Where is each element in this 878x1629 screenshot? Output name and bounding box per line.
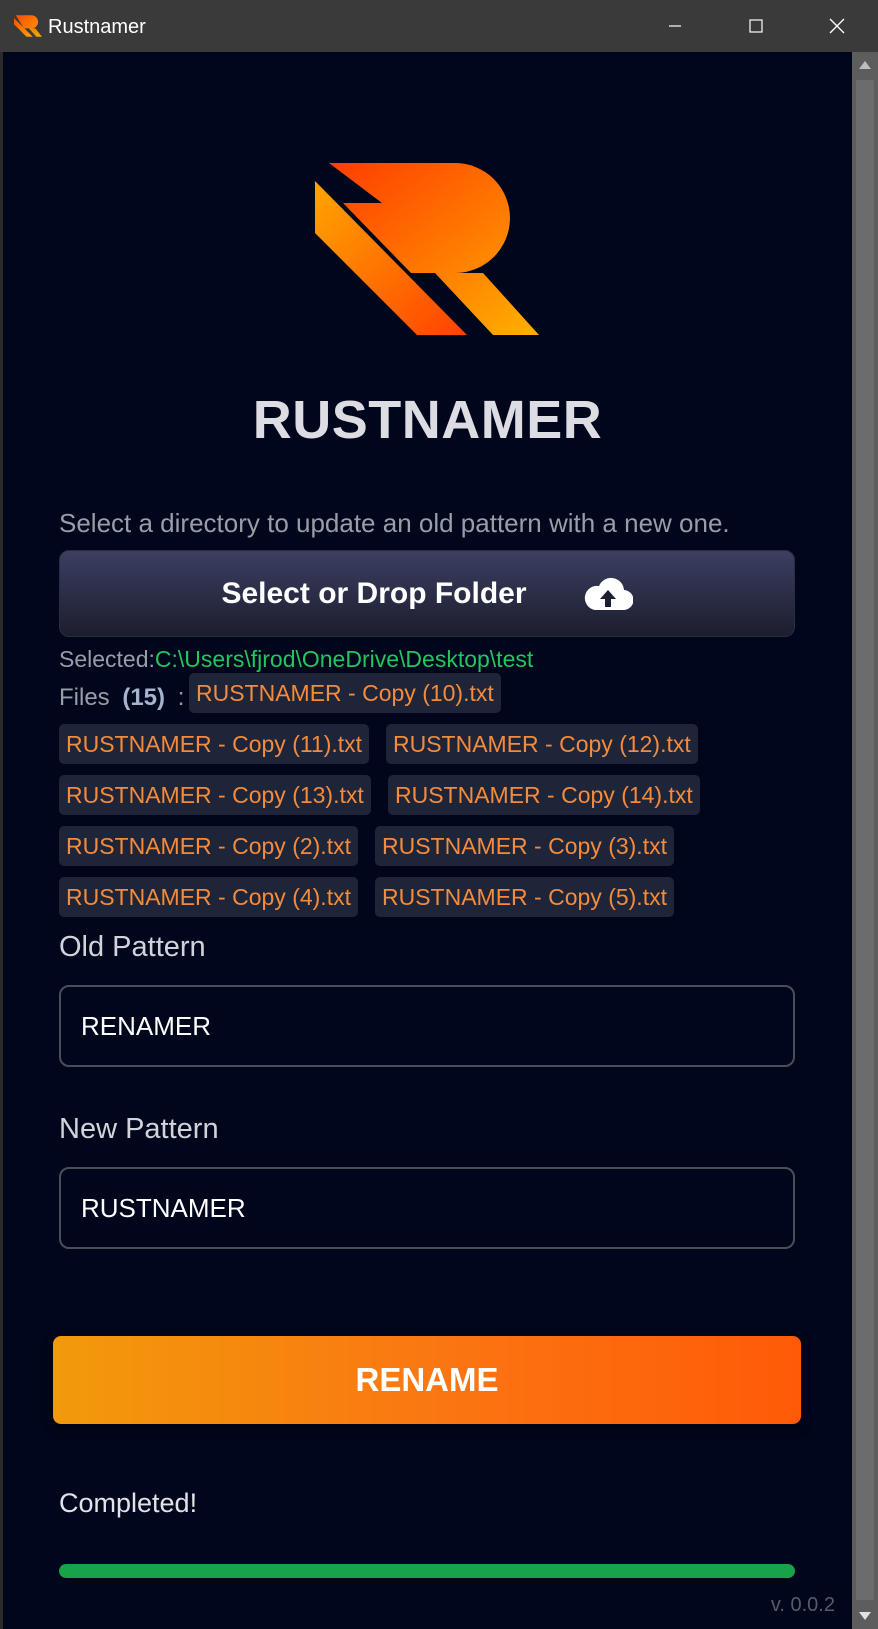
new-pattern-input[interactable] bbox=[59, 1167, 795, 1249]
triangle-down-icon bbox=[859, 1612, 871, 1620]
scroll-down-button[interactable] bbox=[852, 1603, 878, 1629]
close-icon bbox=[829, 18, 845, 34]
file-chip: RUSTNAMER - Copy (13).txt bbox=[59, 775, 371, 815]
maximize-icon bbox=[749, 19, 763, 33]
old-pattern-label: Old Pattern bbox=[59, 931, 206, 963]
progress-fill bbox=[59, 1564, 795, 1578]
file-chip: RUSTNAMER - Copy (10).txt bbox=[189, 673, 501, 713]
minimize-button[interactable] bbox=[635, 0, 715, 52]
cloud-upload-icon bbox=[584, 577, 633, 610]
file-chip: RUSTNAMER - Copy (4).txt bbox=[59, 877, 358, 917]
file-chip: RUSTNAMER - Copy (14).txt bbox=[388, 775, 700, 815]
status-text: Completed! bbox=[59, 1488, 198, 1518]
files-label-text: Files bbox=[59, 684, 110, 711]
progress-bar bbox=[59, 1564, 795, 1578]
selected-path: C:\Users\fjrod\OneDrive\Desktop\test bbox=[154, 646, 534, 672]
maximize-button[interactable] bbox=[716, 0, 796, 52]
brand-title: RUSTNAMER bbox=[252, 390, 603, 450]
selected-label: Selected: bbox=[59, 646, 155, 672]
file-chip: RUSTNAMER - Copy (3).txt bbox=[375, 826, 674, 866]
select-folder-dropzone[interactable]: Select or Drop Folder bbox=[59, 550, 795, 637]
close-button[interactable] bbox=[797, 0, 877, 52]
rustnamer-logo-icon bbox=[14, 15, 42, 37]
new-pattern-label: New Pattern bbox=[59, 1113, 219, 1145]
vertical-scrollbar[interactable] bbox=[852, 52, 878, 1629]
minimize-icon bbox=[669, 25, 681, 27]
file-chip: RUSTNAMER - Copy (11).txt bbox=[59, 724, 370, 764]
window-title: Rustnamer bbox=[48, 16, 146, 38]
file-chip: RUSTNAMER - Copy (12).txt bbox=[386, 724, 698, 764]
rustnamer-logo bbox=[315, 163, 539, 335]
rename-button[interactable]: RENAME bbox=[53, 1336, 801, 1424]
files-label: Files (15) : bbox=[59, 684, 184, 712]
scroll-up-button[interactable] bbox=[852, 52, 878, 78]
old-pattern-input[interactable] bbox=[59, 985, 795, 1067]
app-content: RUSTNAMER Select a directory to update a… bbox=[3, 52, 852, 1629]
file-chip: RUSTNAMER - Copy (5).txt bbox=[375, 877, 674, 917]
triangle-up-icon bbox=[859, 61, 871, 69]
instructions-text: Select a directory to update an old patt… bbox=[59, 508, 730, 538]
scrollbar-thumb[interactable] bbox=[856, 80, 874, 1600]
dropzone-label: Select or Drop Folder bbox=[221, 576, 527, 610]
selected-path-line: Selected:C:\Users\fjrod\OneDrive\Desktop… bbox=[59, 646, 533, 673]
files-count: (15) bbox=[122, 684, 166, 711]
files-separator: : bbox=[177, 684, 185, 711]
file-chip: RUSTNAMER - Copy (2).txt bbox=[59, 826, 358, 866]
version-label: v. 0.0.2 bbox=[770, 1594, 835, 1616]
title-bar: Rustnamer bbox=[0, 0, 878, 52]
